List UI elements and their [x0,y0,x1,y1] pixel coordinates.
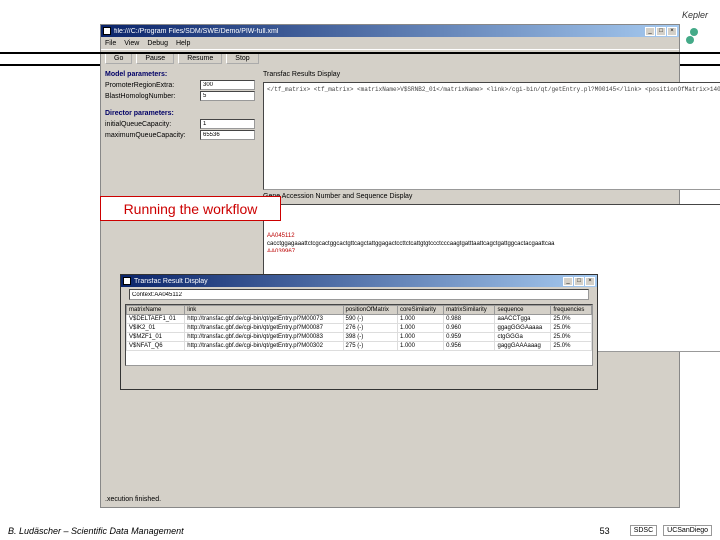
table-cell: 1.000 [397,342,443,351]
resume-button[interactable]: Resume [178,53,222,64]
close-button[interactable]: × [667,27,677,36]
table-cell: 25.0% [551,333,592,342]
table-row[interactable]: V$DELTAEF1_01http://transfac.gbf.de/cgi-… [127,315,592,324]
maximize-button[interactable]: □ [574,277,584,286]
context-input[interactable] [129,289,589,300]
minimize-button[interactable]: _ [645,27,655,36]
sdsc-logo: SDSC [630,525,657,536]
table-cell: http://transfac.gbf.de/cgi-bin/qt/getEnt… [185,333,343,342]
footer-page: 53 [600,526,610,536]
table-cell: 590 (-) [343,315,397,324]
table-cell: 0.988 [444,315,495,324]
window-icon [103,27,111,35]
table-cell: ctgGGGa [495,333,551,342]
initq-label: initialQueueCapacity: [105,121,200,128]
footer-author: B. Ludäscher – Scientific Data Managemen… [8,526,580,536]
result-titlebar: Transfac Result Display _ □ × [121,275,597,287]
stop-button[interactable]: Stop [226,53,258,64]
transfac-display-label: Transfac Results Display [263,71,720,78]
maximize-button[interactable]: □ [656,27,666,36]
initq-input[interactable] [200,119,255,129]
table-cell: V$NFAT_Q6 [127,342,185,351]
close-button[interactable]: × [585,277,595,286]
maxq-label: maximumQueueCapacity: [105,132,200,139]
table-header: link [185,306,343,315]
table-row[interactable]: V$NFAT_Q6http://transfac.gbf.de/cgi-bin/… [127,342,592,351]
table-header: matrixSimilarity [444,306,495,315]
table-row[interactable]: V$IK2_01http://transfac.gbf.de/cgi-bin/q… [127,324,592,333]
table-cell: 0.959 [444,333,495,342]
minimize-button[interactable]: _ [563,277,573,286]
blast-label: BlastHomologNumber: [105,93,200,100]
director-params-title: Director parameters: [105,110,255,117]
status-text: .xecution finished. [105,496,255,503]
model-params-title: Model parameters: [105,71,255,78]
table-cell: http://transfac.gbf.de/cgi-bin/qt/getEnt… [185,324,343,333]
kepler-icon [686,28,706,48]
table-cell: V$DELTAEF1_01 [127,315,185,324]
result-window: Transfac Result Display _ □ × matrixName… [120,274,598,390]
table-cell: 25.0% [551,324,592,333]
table-cell: ggagGGGAaaaa [495,324,551,333]
table-cell: 1.000 [397,315,443,324]
result-table-wrap: matrixNamelinkpositionOfMatrixcoreSimila… [125,304,593,366]
table-header: positionOfMatrix [343,306,397,315]
result-table: matrixNamelinkpositionOfMatrixcoreSimila… [126,305,592,351]
table-cell: 275 (-) [343,342,397,351]
menu-view[interactable]: View [124,40,139,47]
context-label [121,287,597,302]
table-cell: aaACCTgga [495,315,551,324]
annotation-box: Running the workflow [100,196,281,221]
accession-id: AA039967 [267,249,295,252]
pause-button[interactable]: Pause [136,53,174,64]
ucsd-logo: UCSanDiego [663,525,712,536]
table-cell: http://transfac.gbf.de/cgi-bin/qt/getEnt… [185,342,343,351]
table-cell: gaggGAAAaaag [495,342,551,351]
blast-input[interactable] [200,91,255,101]
menu-file[interactable]: File [105,40,116,47]
promoter-input[interactable] [200,80,255,90]
table-header: coreSimilarity [397,306,443,315]
table-cell: 276 (-) [343,324,397,333]
maxq-input[interactable] [200,130,255,140]
table-cell: 25.0% [551,315,592,324]
promoter-label: PromoterRegionExtra: [105,82,200,89]
table-cell: 0.960 [444,324,495,333]
table-cell: 0.956 [444,342,495,351]
kepler-logo-text: Kepler [682,10,708,20]
table-row[interactable]: V$MZF1_01http://transfac.gbf.de/cgi-bin/… [127,333,592,342]
table-header: matrixName [127,306,185,315]
main-browser-window: file:///C:/Program Files/SDM/SWE/Demo/PI… [100,24,680,508]
window-icon [123,277,131,285]
table-cell: 398 (-) [343,333,397,342]
annotation-text: Running the workflow [124,201,258,217]
table-header: sequence [495,306,551,315]
sequence-text: cacctggagaaattctcgcactggcactgttcagctattg… [267,241,555,247]
go-button[interactable]: Go [105,53,132,64]
table-cell: V$MZF1_01 [127,333,185,342]
window-titlebar: file:///C:/Program Files/SDM/SWE/Demo/PI… [101,25,679,37]
result-window-title: Transfac Result Display [134,278,563,285]
transfac-xml-display: </tf_matrix> <tf_matrix> <matrixName>V$S… [263,82,720,190]
window-title: file:///C:/Program Files/SDM/SWE/Demo/PI… [114,28,645,35]
slide-footer: B. Ludäscher – Scientific Data Managemen… [0,525,720,536]
menu-help[interactable]: Help [176,40,190,47]
table-cell: http://transfac.gbf.de/cgi-bin/qt/getEnt… [185,315,343,324]
table-cell: 1.000 [397,324,443,333]
table-header: frequencies [551,306,592,315]
accession-display-label: Gene Accession Number and Sequence Displ… [263,193,720,200]
table-cell: 1.000 [397,333,443,342]
menu-bar: File View Debug Help [101,37,679,49]
divider-line [0,52,720,54]
accession-id: AA045112 [267,233,295,239]
table-cell: 25.0% [551,342,592,351]
menu-debug[interactable]: Debug [147,40,168,47]
table-cell: V$IK2_01 [127,324,185,333]
